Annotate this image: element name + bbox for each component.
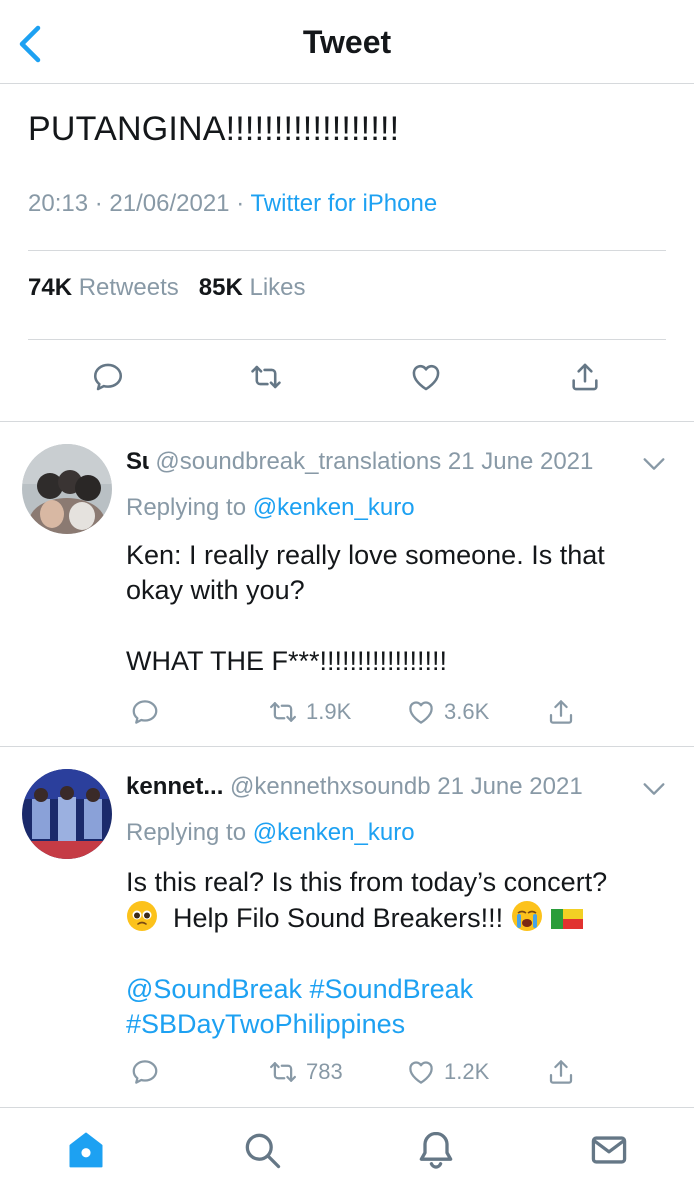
reply-button[interactable] [130, 692, 168, 732]
reply-icon [132, 700, 158, 724]
user-handle[interactable]: @kennethxsoundb [230, 773, 431, 800]
chevron-down-icon[interactable] [640, 775, 668, 803]
divider [28, 250, 666, 251]
hashtags-line[interactable]: #SBDayTwoPhilippines [126, 1007, 674, 1042]
divider [28, 339, 666, 340]
display-name[interactable]: kennet... [126, 773, 223, 800]
retweet-button[interactable] [249, 360, 289, 404]
share-icon [549, 700, 573, 724]
bottom-tab-bar [0, 1107, 694, 1200]
retweet-count: 783 [306, 1059, 343, 1084]
avatar[interactable] [22, 444, 112, 534]
like-icon [412, 364, 440, 391]
replying-to-link[interactable]: @kenken_kuro [253, 494, 415, 521]
like-icon [409, 1061, 433, 1084]
reply-icon [132, 1060, 158, 1084]
reply-header: Sɩ @soundbreak_translations 21 June 2021 [126, 448, 594, 475]
replying-to: Replying to @kenken_kuro [126, 494, 415, 521]
replying-to-link[interactable]: @kenken_kuro [253, 819, 415, 846]
crying-face-emoji-icon [511, 901, 542, 931]
hashtags-line[interactable]: @SoundBreak #SoundBreak [126, 972, 674, 1007]
page-title: Tweet [302, 24, 392, 60]
reply-button[interactable] [91, 360, 131, 404]
like-count: 3.6K [444, 699, 490, 724]
reply-date: 21 June 2021 [437, 773, 583, 800]
retweet-icon [270, 1062, 296, 1082]
tweet-meta: 20:13 · 21/06/2021 · Twitter for iPhone [28, 190, 438, 217]
share-icon [572, 363, 598, 391]
tab-notifications[interactable] [414, 1128, 458, 1172]
like-button[interactable]: 1.2K [406, 1052, 489, 1092]
retweet-icon [251, 365, 281, 389]
reply-text: Is this real? Is this from today’s conce… [126, 865, 674, 1042]
divider [0, 746, 694, 747]
tweet-source-link[interactable]: Twitter for iPhone [250, 190, 437, 217]
top-nav-bar: Tweet [0, 0, 694, 84]
messages-icon [591, 1136, 627, 1164]
pleading-face-emoji-icon [127, 901, 157, 931]
share-icon [549, 1060, 573, 1084]
like-button[interactable] [409, 360, 449, 404]
tweet-action-bar [0, 360, 694, 420]
reply-icon [93, 363, 123, 391]
display-name[interactable]: S [126, 448, 142, 475]
avatar[interactable] [22, 769, 112, 859]
tab-search[interactable] [240, 1128, 284, 1172]
tweet-text: PUTANGINA!!!!!!!!!!!!!!!!!! [28, 110, 400, 148]
chevron-down-icon[interactable] [640, 450, 668, 478]
tweet-stats: 74K Retweets 85K Likes [28, 274, 306, 302]
like-count: 1.2K [444, 1059, 490, 1084]
benin-flag-emoji-icon [551, 909, 584, 929]
reply-header: kennet... @kennethxsoundb 21 June 2021 [126, 773, 583, 801]
likes-stat[interactable]: 85K Likes [199, 274, 306, 301]
like-icon [409, 701, 433, 724]
retweet-icon [270, 702, 296, 722]
tweet-time: 20:13 [28, 190, 89, 217]
tab-home[interactable] [64, 1128, 108, 1172]
retweet-count: 1.9K [306, 699, 352, 724]
retweets-stat[interactable]: 74K Retweets [28, 274, 179, 301]
reply-button[interactable] [130, 1052, 168, 1092]
notifications-icon [419, 1131, 453, 1169]
share-button[interactable] [568, 360, 608, 404]
replying-to: Replying to @kenken_kuro [126, 819, 415, 846]
search-icon [245, 1133, 281, 1169]
reply-date: 21 June 2021 [447, 448, 594, 475]
share-button[interactable] [546, 1052, 584, 1092]
home-icon [69, 1132, 103, 1168]
user-handle[interactable]: @soundbreak_translations [155, 448, 441, 475]
like-button[interactable]: 3.6K [406, 692, 489, 732]
retweet-button[interactable]: 1.9K [268, 692, 351, 732]
tweet-date: 21/06/2021 [109, 190, 230, 217]
divider [0, 421, 694, 422]
tab-messages[interactable] [587, 1128, 631, 1172]
retweet-button[interactable]: 783 [268, 1052, 343, 1092]
reply-text: Ken: I really really love someone. Is th… [126, 540, 605, 676]
share-button[interactable] [546, 692, 584, 732]
